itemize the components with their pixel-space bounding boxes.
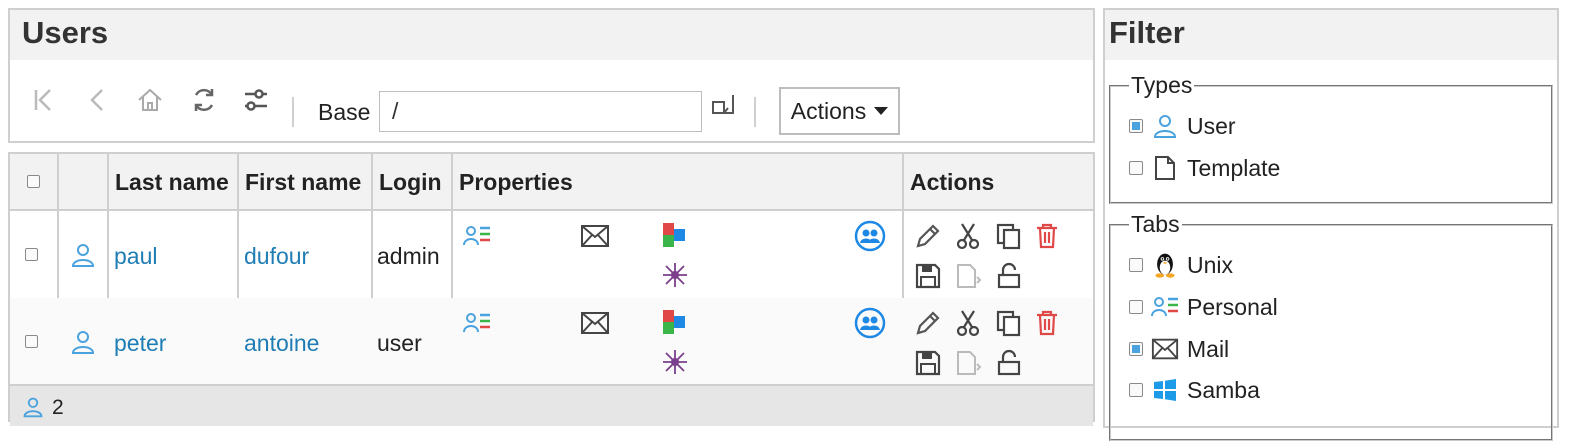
save-template-icon[interactable] xyxy=(914,349,942,377)
table-row[interactable]: peter antoine user xyxy=(10,298,1093,385)
settings-sliders-icon[interactable] xyxy=(242,86,270,114)
users-panel: Users Base Actions xyxy=(8,8,1095,143)
lock-icon[interactable] xyxy=(995,349,1023,377)
filter-panel-title: Filter xyxy=(1105,10,1557,60)
filter-type-template[interactable]: Template xyxy=(1129,154,1280,182)
user-icon xyxy=(22,396,44,418)
apply-template-icon[interactable] xyxy=(954,349,982,377)
base-input[interactable] xyxy=(379,91,702,132)
login-value: user xyxy=(377,330,422,356)
mail-icon xyxy=(1151,335,1179,363)
tab-samba-checkbox[interactable] xyxy=(1129,383,1143,397)
column-header-login[interactable]: Login xyxy=(373,154,453,211)
type-template-checkbox[interactable] xyxy=(1129,161,1143,175)
login-value: admin xyxy=(377,243,440,269)
edit-icon[interactable] xyxy=(914,309,942,337)
refresh-icon[interactable] xyxy=(190,86,218,114)
users-panel-title: Users xyxy=(10,10,1093,60)
samba-icon[interactable] xyxy=(661,221,687,249)
home-icon[interactable] xyxy=(136,86,164,114)
template-icon xyxy=(1151,154,1179,182)
user-icon xyxy=(1151,112,1179,140)
filter-tab-samba[interactable]: Samba xyxy=(1129,376,1260,404)
lock-icon[interactable] xyxy=(995,262,1023,290)
filter-panel: Filter Types User Template Tabs Unix Per… xyxy=(1103,8,1559,441)
samba-icon[interactable] xyxy=(661,308,687,336)
actions-dropdown-label: Actions xyxy=(790,97,867,124)
user-icon xyxy=(70,242,96,268)
delete-icon[interactable] xyxy=(1033,309,1061,337)
group-icon[interactable] xyxy=(854,307,886,339)
first-page-icon[interactable] xyxy=(30,86,58,114)
personal-icon[interactable] xyxy=(463,223,491,249)
mail-icon[interactable] xyxy=(580,310,610,336)
column-header-first-name[interactable]: First name xyxy=(239,154,373,211)
copy-icon[interactable] xyxy=(995,309,1023,337)
personal-icon xyxy=(1151,293,1179,321)
row-checkbox[interactable] xyxy=(25,335,38,348)
tab-mail-label: Mail xyxy=(1187,335,1230,362)
tab-unix-label: Unix xyxy=(1187,251,1234,278)
group-icon[interactable] xyxy=(854,220,886,252)
first-name-link[interactable]: dufour xyxy=(244,243,309,270)
previous-icon[interactable] xyxy=(84,86,112,114)
filter-type-user[interactable]: User xyxy=(1129,112,1236,140)
tab-mail-checkbox[interactable] xyxy=(1129,342,1143,356)
tab-samba-label: Samba xyxy=(1187,376,1260,403)
penguin-icon xyxy=(1151,251,1179,279)
tab-personal-checkbox[interactable] xyxy=(1129,300,1143,314)
cut-icon[interactable] xyxy=(954,309,982,337)
select-all-header xyxy=(10,154,59,211)
column-header-last-name[interactable]: Last name xyxy=(109,154,239,211)
apply-template-icon[interactable] xyxy=(954,262,982,290)
windows-icon xyxy=(1151,376,1179,404)
table-footer: 2 xyxy=(10,386,1093,426)
toolbar-separator xyxy=(292,97,294,127)
base-label: Base xyxy=(318,99,371,125)
tabs-fieldset: Tabs xyxy=(1109,211,1553,441)
select-base-icon[interactable] xyxy=(708,90,738,120)
network-icon[interactable] xyxy=(661,261,689,289)
save-template-icon[interactable] xyxy=(914,262,942,290)
filter-tab-mail[interactable]: Mail xyxy=(1129,335,1229,363)
network-icon[interactable] xyxy=(661,348,689,376)
toolbar-separator xyxy=(754,97,756,127)
type-user-checkbox[interactable] xyxy=(1129,119,1143,133)
delete-icon[interactable] xyxy=(1033,222,1061,250)
tabs-legend: Tabs xyxy=(1131,211,1180,237)
users-table: Last name First name Login Properties Ac… xyxy=(8,152,1095,426)
type-column-header xyxy=(59,154,109,211)
column-header-properties: Properties xyxy=(453,154,904,211)
caret-down-icon xyxy=(874,107,889,115)
type-user-label: User xyxy=(1187,112,1236,139)
cut-icon[interactable] xyxy=(954,222,982,250)
first-name-link[interactable]: antoine xyxy=(244,330,319,357)
user-count: 2 xyxy=(52,396,64,419)
select-all-checkbox[interactable] xyxy=(27,175,40,188)
tab-unix-checkbox[interactable] xyxy=(1129,258,1143,272)
personal-icon[interactable] xyxy=(463,310,491,336)
user-icon xyxy=(70,329,96,355)
tab-personal-label: Personal xyxy=(1187,293,1278,320)
copy-icon[interactable] xyxy=(995,222,1023,250)
types-legend: Types xyxy=(1131,72,1193,98)
column-header-actions: Actions xyxy=(904,154,1093,211)
filter-tab-unix[interactable]: Unix xyxy=(1129,251,1233,279)
type-template-label: Template xyxy=(1187,154,1281,181)
last-name-link[interactable]: paul xyxy=(114,243,157,270)
row-checkbox[interactable] xyxy=(25,248,38,261)
mail-icon[interactable] xyxy=(580,223,610,249)
edit-icon[interactable] xyxy=(914,222,942,250)
last-name-link[interactable]: peter xyxy=(114,330,166,357)
filter-tab-personal[interactable]: Personal xyxy=(1129,293,1278,321)
table-row[interactable]: paul dufour admin xyxy=(10,211,1093,298)
actions-dropdown-button[interactable]: Actions xyxy=(779,87,900,135)
